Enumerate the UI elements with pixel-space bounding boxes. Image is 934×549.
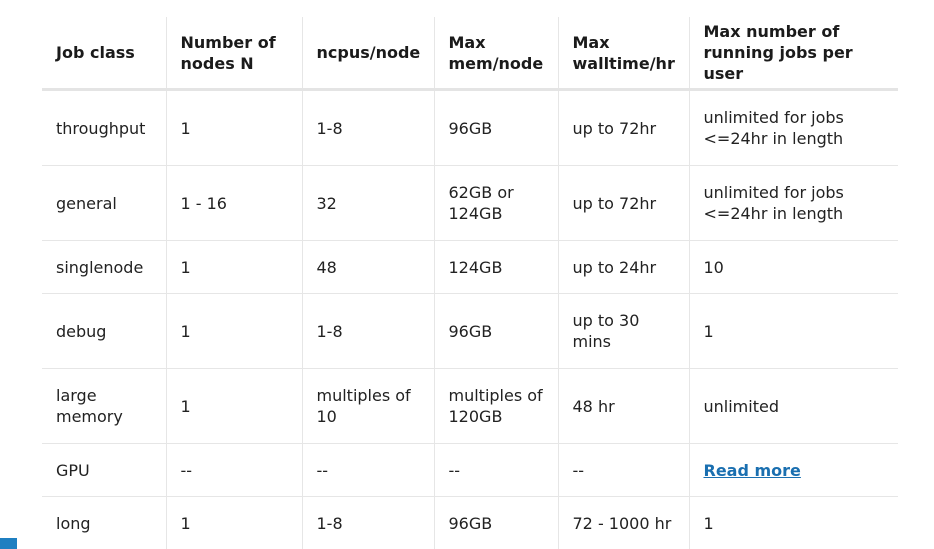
table-row: general 1 - 16 32 62GB or 124GB up to 72… [42, 165, 898, 241]
table-row: throughput 1 1-8 96GB up to 72hr unlimit… [42, 89, 898, 166]
header-job-class: Job class [42, 17, 166, 91]
cell-max-mem: 96GB [433, 496, 558, 549]
cell-max-jobs: 10 [688, 240, 898, 294]
cell-job-class: debug [42, 293, 166, 369]
table-row: long 1 1-8 96GB 72 - 1000 hr 1 [42, 496, 898, 549]
cell-job-class: general [42, 165, 166, 241]
cell-max-jobs: unlimited [688, 368, 898, 444]
cell-max-jobs: unlimited for jobs <=24hr in length [688, 165, 898, 241]
cell-max-mem: -- [433, 443, 558, 497]
cell-ncpus: 1-8 [301, 496, 434, 549]
table-row: GPU -- -- -- -- Read more [42, 443, 898, 497]
cell-job-class: GPU [42, 443, 166, 497]
cell-ncpus: -- [301, 443, 434, 497]
cell-ncpus: 32 [301, 165, 434, 241]
cell-walltime: up to 72hr [557, 89, 689, 166]
cell-nodes: 1 [165, 293, 302, 369]
table-row: large memory 1 multiples of 10 multiples… [42, 368, 898, 444]
cell-max-mem: 62GB or 124GB [433, 165, 558, 241]
job-class-table: Job class Number of nodes N ncpus/node M… [42, 17, 898, 549]
table-header-row: Job class Number of nodes N ncpus/node M… [42, 17, 898, 91]
cell-ncpus: 1-8 [301, 293, 434, 369]
cell-max-jobs: unlimited for jobs <=24hr in length [688, 89, 898, 166]
cell-nodes: 1 [165, 368, 302, 444]
cell-ncpus: 48 [301, 240, 434, 294]
cell-ncpus: multiples of 10 [301, 368, 434, 444]
cell-job-class: large memory [42, 368, 166, 444]
table-row: debug 1 1-8 96GB up to 30 mins 1 [42, 293, 898, 369]
cell-max-mem: 96GB [433, 89, 558, 166]
cell-nodes: 1 - 16 [165, 165, 302, 241]
cell-nodes: -- [165, 443, 302, 497]
cell-job-class: throughput [42, 89, 166, 166]
cell-ncpus: 1-8 [301, 89, 434, 166]
cell-walltime: up to 30 mins [557, 293, 689, 369]
cell-max-jobs: 1 [688, 496, 898, 549]
cell-walltime: 72 - 1000 hr [557, 496, 689, 549]
cell-nodes: 1 [165, 89, 302, 166]
cell-job-class: singlenode [42, 240, 166, 294]
cell-walltime: 48 hr [557, 368, 689, 444]
cell-walltime: -- [557, 443, 689, 497]
cell-max-mem: multiples of 120GB [433, 368, 558, 444]
header-max-walltime: Max walltime/hr [557, 17, 689, 91]
cell-walltime: up to 24hr [557, 240, 689, 294]
table-row: singlenode 1 48 124GB up to 24hr 10 [42, 240, 898, 294]
cell-nodes: 1 [165, 496, 302, 549]
header-ncpus-per-node: ncpus/node [301, 17, 434, 91]
cell-max-jobs: Read more [688, 443, 898, 497]
cell-nodes: 1 [165, 240, 302, 294]
cell-max-mem: 124GB [433, 240, 558, 294]
header-max-mem-per-node: Max mem/node [433, 17, 558, 91]
cell-walltime: up to 72hr [557, 165, 689, 241]
read-more-link[interactable]: Read more [704, 461, 801, 480]
header-number-of-nodes: Number of nodes N [165, 17, 302, 91]
cell-job-class: long [56, 513, 91, 533]
corner-accent [0, 538, 17, 549]
cell-max-jobs: 1 [688, 293, 898, 369]
cell-max-mem: 96GB [433, 293, 558, 369]
header-max-running-jobs: Max number of running jobs per user [688, 17, 898, 91]
